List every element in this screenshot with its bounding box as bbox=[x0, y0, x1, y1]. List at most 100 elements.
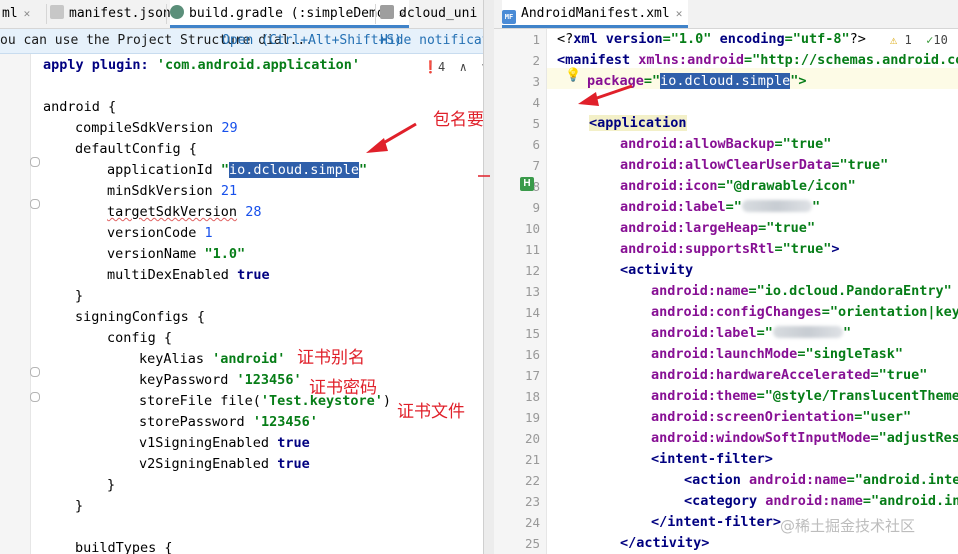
property-name: applicationId bbox=[107, 162, 213, 178]
xml-line: android:label=" " bbox=[620, 197, 820, 218]
line-number: 19 bbox=[524, 410, 540, 425]
tab-dcloud-uni[interactable]: dcloud_uni bbox=[380, 0, 477, 28]
tab-android-manifest[interactable]: MF AndroidManifest.xml ✕ bbox=[502, 0, 689, 28]
property-name: keyAlias bbox=[139, 351, 205, 367]
line-number: 13 bbox=[524, 284, 540, 299]
xml-attr: encoding bbox=[719, 31, 785, 47]
xml-attr: android:name bbox=[765, 493, 863, 509]
string-literal: 'android' bbox=[212, 351, 286, 367]
check-icon: ✓ bbox=[918, 33, 934, 47]
xml-line: android:hardwareAccelerated="true" bbox=[651, 365, 927, 386]
xml-prolog: ?> bbox=[849, 31, 866, 47]
string-literal: 'com.android.application' bbox=[156, 57, 361, 73]
file-icon bbox=[380, 5, 394, 19]
line-number: 7 bbox=[532, 158, 540, 173]
line-number: 12 bbox=[524, 263, 540, 278]
xml-value: =" bbox=[756, 325, 773, 341]
tab-separator bbox=[375, 4, 376, 24]
xml-attr: android:hardwareAccelerated bbox=[651, 367, 871, 383]
selected-package-name[interactable]: io.dcloud.simple bbox=[228, 162, 359, 178]
keyword: true bbox=[277, 456, 310, 472]
tab-label: ml bbox=[2, 6, 18, 21]
xml-attr: android:name bbox=[651, 283, 749, 299]
xml-tag: <intent-filter> bbox=[651, 451, 773, 467]
number-literal: 28 bbox=[245, 204, 262, 220]
hide-notification-link[interactable]: Hide notification bbox=[380, 29, 483, 53]
line-number: 6 bbox=[532, 137, 540, 152]
number-literal: 29 bbox=[221, 120, 238, 136]
line-number: 25 bbox=[524, 536, 540, 551]
code-line: minSdkVersion 21 bbox=[107, 181, 237, 202]
xml-line: <manifest xmlns:android="http://schemas.… bbox=[557, 50, 958, 71]
xml-value: ="http://schemas.android.co bbox=[743, 52, 958, 68]
fold-marker[interactable] bbox=[30, 392, 40, 402]
xml-tag: </activity> bbox=[620, 535, 710, 551]
xml-value: ="true" bbox=[758, 220, 816, 236]
code-line: } bbox=[75, 288, 84, 304]
tab-manifest-json[interactable]: manifest.json✕ bbox=[50, 0, 183, 28]
xml-tag: <manifest bbox=[557, 52, 631, 68]
code-line: defaultConfig { bbox=[75, 141, 197, 157]
chevron-down-icon[interactable]: ∨ bbox=[474, 60, 483, 74]
right-tab-bar: MF AndroidManifest.xml ✕ bbox=[494, 0, 958, 29]
line-number: 16 bbox=[524, 347, 540, 362]
tab-build-gradle[interactable]: build.gradle (:simpleDemo) ✕ bbox=[170, 0, 410, 28]
fold-marker[interactable] bbox=[30, 157, 40, 167]
error-icon: ❗ bbox=[423, 60, 438, 74]
xml-value: ="android.in bbox=[862, 493, 958, 509]
xml-line: android:allowClearUserData="true" bbox=[620, 155, 888, 176]
string-literal: '123456' bbox=[252, 414, 318, 430]
inspection-widget[interactable]: ⚠ 1 ✓10 bbox=[890, 31, 948, 49]
xml-value: " bbox=[811, 199, 821, 215]
line-number: 14 bbox=[524, 305, 540, 320]
xml-line: android:launchMode="singleTask" bbox=[651, 344, 903, 365]
manifest-file-icon: MF bbox=[502, 10, 516, 24]
string-literal: '123456' bbox=[236, 372, 302, 388]
inspection-widget[interactable]: ❗4 ∧ ∨ bbox=[423, 58, 483, 76]
xml-line: android:windowSoftInputMode="adjustRes bbox=[651, 428, 958, 449]
xml-attr: xml version bbox=[573, 31, 663, 47]
blurred-label bbox=[772, 326, 843, 338]
gutter-marker-icon[interactable]: H bbox=[520, 177, 534, 191]
line-number: 23 bbox=[524, 494, 540, 509]
xml-tag: <application bbox=[589, 115, 687, 131]
xml-attr: android:label bbox=[620, 199, 726, 215]
xml-attr: android:icon bbox=[620, 178, 718, 194]
chevron-up-icon[interactable]: ∧ bbox=[452, 60, 467, 74]
line-number: 24 bbox=[524, 515, 540, 530]
warning-count: 4 bbox=[437, 60, 446, 74]
fold-marker[interactable] bbox=[30, 199, 40, 209]
line-number: 11 bbox=[524, 242, 540, 257]
open-project-structure-link[interactable]: Open (Ctrl+Alt+Shift+S) bbox=[222, 29, 402, 53]
xml-value: ="user" bbox=[854, 409, 912, 425]
xml-attr: android:allowClearUserData bbox=[620, 157, 832, 173]
xml-value: ="@drawable/icon" bbox=[717, 178, 856, 194]
tab-ml[interactable]: ml ✕ bbox=[2, 0, 30, 28]
xml-value: ="adjustRes bbox=[870, 430, 958, 446]
xml-line: android:label=" " bbox=[651, 323, 851, 344]
annotation-cert-password: 证书密码 bbox=[309, 378, 377, 398]
selected-package-name[interactable]: io.dcloud.simple bbox=[660, 73, 791, 89]
xml-line: <?xml version="1.0" encoding="utf-8"?> bbox=[557, 29, 866, 50]
code-line: buildTypes { bbox=[75, 540, 173, 554]
xml-line: <activity bbox=[620, 260, 693, 281]
fold-marker[interactable] bbox=[30, 367, 40, 377]
xml-line: android:name="io.dcloud.PandoraEntry" bbox=[651, 281, 952, 302]
close-icon[interactable]: ✕ bbox=[24, 7, 31, 20]
code-line: signingConfigs { bbox=[75, 309, 206, 325]
xml-tag: <category bbox=[684, 493, 758, 509]
close-icon[interactable]: ✕ bbox=[676, 7, 683, 20]
keyword: true bbox=[277, 435, 310, 451]
xml-value: ="io.dcloud.PandoraEntry" bbox=[748, 283, 952, 299]
code-line: v2SigningEnabled true bbox=[139, 454, 310, 475]
xml-value: ="true" bbox=[870, 367, 928, 383]
annotation-cert-file: 证书文件 bbox=[397, 402, 465, 422]
code-line: storePassword '123456' bbox=[139, 412, 318, 433]
property-name: keyPassword bbox=[139, 372, 229, 388]
xml-attr: android:screenOrientation bbox=[651, 409, 855, 425]
left-gutter bbox=[0, 54, 40, 554]
keyword: apply plugin: bbox=[43, 57, 149, 73]
xml-line: <category android:name="android.in bbox=[684, 491, 958, 512]
annotation-package-match: 包名要一致 bbox=[433, 110, 483, 130]
blurred-label bbox=[741, 200, 812, 212]
